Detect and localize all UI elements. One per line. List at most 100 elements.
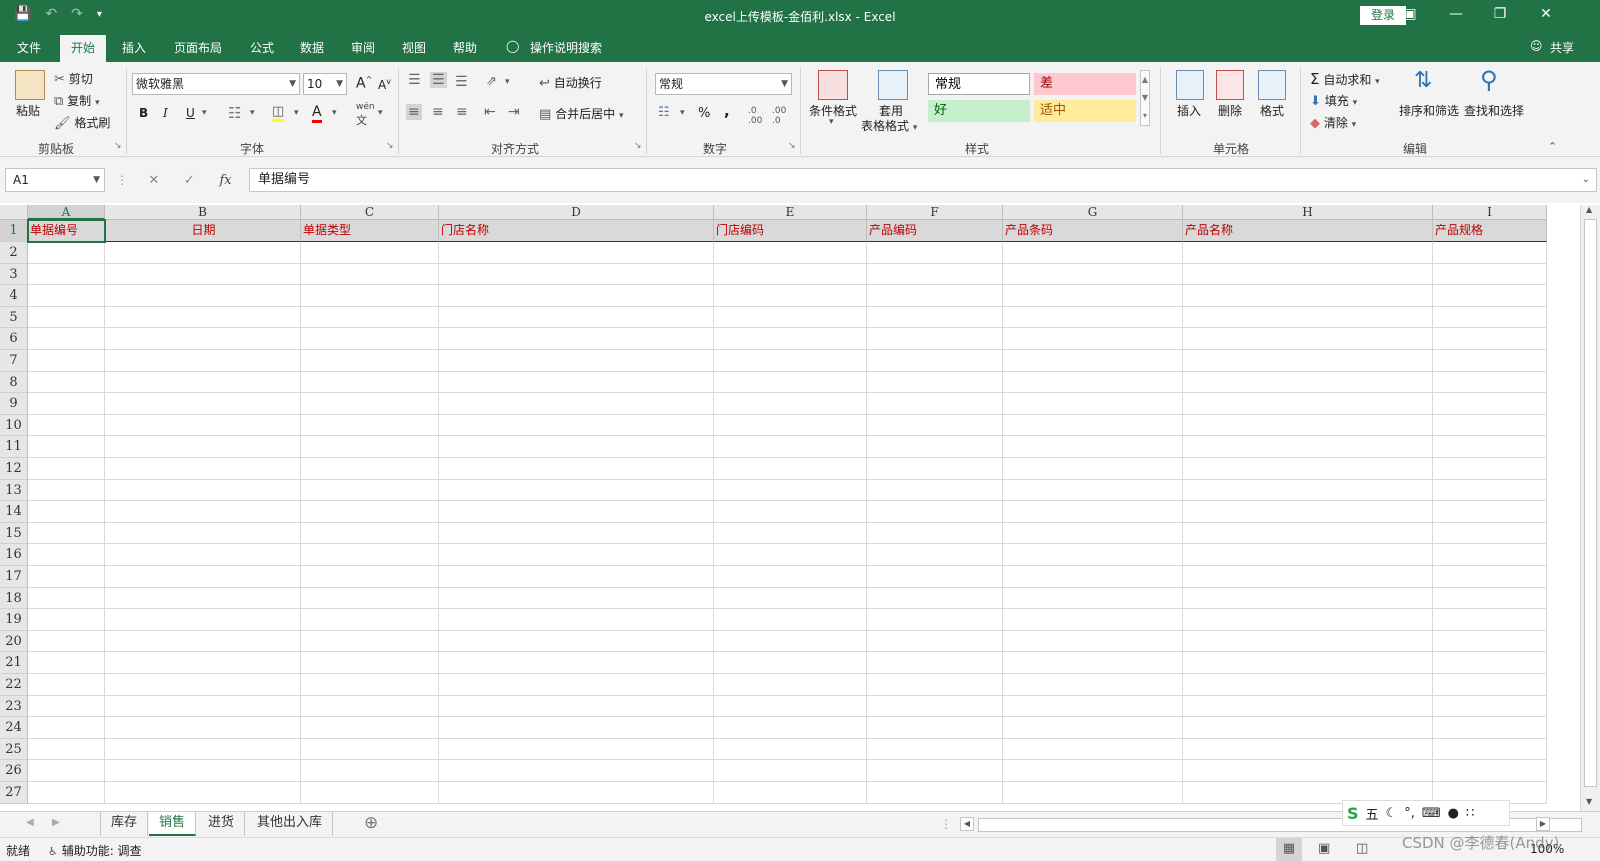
cell[interactable] — [301, 501, 439, 523]
cell[interactable] — [301, 587, 439, 610]
apps-icon[interactable]: ∷ — [1466, 806, 1474, 821]
cell[interactable] — [714, 609, 867, 631]
cell[interactable] — [867, 760, 1003, 782]
cell[interactable] — [105, 630, 301, 653]
chevron-down-icon[interactable]: ▾ — [202, 108, 207, 118]
format-painter-button[interactable]: 🖌 格式刷 — [54, 114, 110, 131]
column-header-a[interactable]: A — [28, 205, 105, 220]
increase-indent-icon[interactable]: ⇥ — [508, 104, 520, 120]
cell[interactable] — [1003, 414, 1183, 437]
column-header-e[interactable]: E — [714, 205, 867, 220]
row-header-11[interactable]: 11 — [0, 436, 28, 458]
cell[interactable] — [714, 458, 867, 480]
cell[interactable] — [1003, 782, 1183, 804]
row-header-2[interactable]: 2 — [0, 242, 28, 264]
cell[interactable] — [714, 414, 867, 437]
cell[interactable] — [1433, 371, 1547, 394]
cell[interactable] — [439, 544, 714, 566]
insert-function-button[interactable]: fx — [219, 173, 231, 188]
row-header-25[interactable]: 25 — [0, 738, 28, 761]
cell[interactable] — [1003, 544, 1183, 566]
cell[interactable] — [1183, 652, 1433, 674]
cell[interactable] — [714, 630, 867, 653]
cell[interactable] — [28, 393, 105, 415]
header-cell-c[interactable]: 单据类型 — [301, 220, 439, 242]
row-header-23[interactable]: 23 — [0, 695, 28, 718]
search-icon[interactable]: ⚲ — [1480, 66, 1498, 94]
cell[interactable] — [1433, 522, 1547, 545]
cell[interactable] — [1183, 760, 1433, 782]
cell[interactable] — [714, 371, 867, 394]
row-header-3[interactable]: 3 — [0, 263, 28, 286]
cell[interactable] — [301, 674, 439, 696]
cell[interactable] — [1183, 738, 1433, 761]
cell[interactable] — [28, 587, 105, 610]
percent-button[interactable]: % — [698, 106, 710, 121]
cell[interactable] — [714, 587, 867, 610]
cell[interactable] — [1433, 479, 1547, 502]
row-header-4[interactable]: 4 — [0, 285, 28, 307]
row-header-8[interactable]: 8 — [0, 371, 28, 394]
format-cells-icon[interactable] — [1258, 70, 1286, 100]
cell[interactable] — [439, 609, 714, 631]
cell[interactable] — [439, 587, 714, 610]
cell[interactable] — [439, 717, 714, 739]
cell[interactable] — [28, 458, 105, 480]
cell[interactable] — [28, 782, 105, 804]
cell[interactable] — [867, 436, 1003, 458]
cell[interactable] — [439, 479, 714, 502]
format-as-table-line2[interactable]: 表格格式 ▾ — [861, 117, 917, 134]
cell[interactable] — [1183, 350, 1433, 372]
cell[interactable] — [105, 738, 301, 761]
cell[interactable] — [1183, 717, 1433, 739]
cell[interactable] — [1003, 306, 1183, 329]
cell[interactable] — [28, 285, 105, 307]
cell[interactable] — [28, 760, 105, 782]
cell[interactable] — [1183, 609, 1433, 631]
cell[interactable] — [301, 328, 439, 350]
tab-split-handle[interactable]: ⋮ — [940, 817, 952, 831]
cell[interactable] — [714, 479, 867, 502]
cell[interactable] — [439, 306, 714, 329]
style-bad[interactable]: 差 — [1034, 73, 1136, 95]
cell[interactable] — [1433, 458, 1547, 480]
cell[interactable] — [28, 479, 105, 502]
insert-cells-icon[interactable] — [1176, 70, 1204, 100]
alignment-launcher-icon[interactable]: ↘ — [634, 141, 642, 151]
cut-button[interactable]: ✂ 剪切 — [54, 70, 93, 87]
cell[interactable] — [1003, 350, 1183, 372]
header-cell-b[interactable]: 日期 — [105, 220, 301, 242]
tab-file[interactable]: 文件 — [17, 39, 41, 56]
tell-me-search[interactable]: 操作说明搜索 — [530, 39, 602, 56]
cell[interactable] — [439, 566, 714, 588]
cell[interactable] — [28, 371, 105, 394]
fill-color-button[interactable]: ◫ — [272, 104, 285, 122]
cell[interactable] — [28, 522, 105, 545]
cell[interactable] — [301, 695, 439, 718]
row-header-7[interactable]: 7 — [0, 350, 28, 372]
row-header-20[interactable]: 20 — [0, 630, 28, 653]
cell[interactable] — [105, 414, 301, 437]
cell[interactable] — [439, 760, 714, 782]
cell[interactable] — [1433, 760, 1547, 782]
cell[interactable] — [714, 652, 867, 674]
cell[interactable] — [1003, 717, 1183, 739]
align-top-icon[interactable]: ☰ — [408, 72, 421, 88]
decrease-decimal-icon[interactable]: .00.0 — [772, 106, 786, 126]
row-header-17[interactable]: 17 — [0, 566, 28, 588]
align-bottom-icon[interactable]: ☰ — [455, 74, 468, 90]
cell[interactable] — [28, 306, 105, 329]
cell[interactable] — [105, 371, 301, 394]
select-all-corner[interactable] — [0, 205, 28, 220]
cell[interactable] — [1433, 566, 1547, 588]
clipboard-launcher-icon[interactable]: ↘ — [114, 141, 122, 151]
delete-cells-button[interactable]: 删除 — [1218, 102, 1242, 119]
header-cell-g[interactable]: 产品条码 — [1003, 220, 1183, 242]
chevron-down-icon[interactable]: ▾ — [332, 108, 337, 118]
ime-toolbar[interactable]: S 五 ☾ °, ⌨ ● ∷ — [1342, 800, 1510, 826]
scroll-left-icon[interactable]: ◀ — [960, 817, 974, 831]
chevron-down-icon[interactable]: ▾ — [294, 108, 299, 118]
cell[interactable] — [714, 738, 867, 761]
row-header-26[interactable]: 26 — [0, 760, 28, 782]
cell[interactable] — [105, 760, 301, 782]
